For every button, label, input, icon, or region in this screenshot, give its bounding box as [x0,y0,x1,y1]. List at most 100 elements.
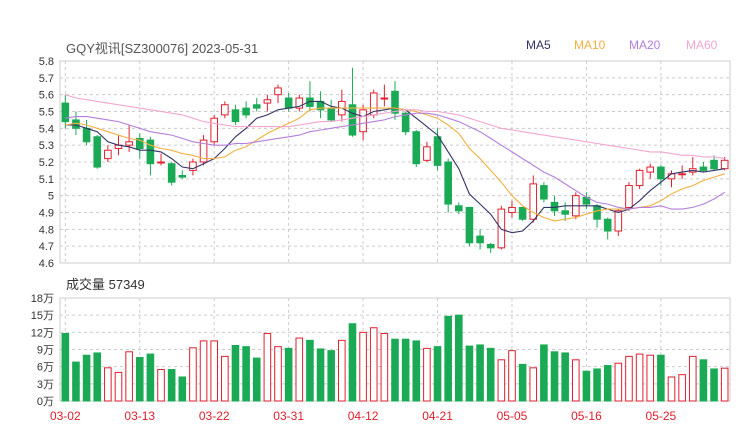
candle [157,153,165,166]
candle-body [391,90,399,114]
volume-bar [199,340,208,402]
candle-body [657,166,665,180]
volume-bar [316,348,325,402]
candle [465,206,474,247]
candle [369,89,378,119]
volume-bar [125,351,133,402]
candle-body [603,218,612,232]
volume-bar [146,353,155,402]
volume-bar [444,315,452,402]
volume-bar [210,340,219,402]
volume-bar [593,368,601,402]
candle [167,162,176,186]
candle-body [274,87,282,96]
candle [295,94,304,112]
date-tick: 04-12 [348,409,379,423]
volume-bar [550,351,559,402]
candle-body [486,243,495,249]
volume-bar [401,338,410,402]
candle [646,163,655,179]
date-tick: 05-05 [497,409,528,423]
candle [561,202,569,221]
chart-svg: 5.8 5.7 5.6 5.5 5.4 5.3 5.2 5.1 5 4.9 4.8 4.7 4.6 18万… [31,56,731,423]
volume-bar [231,344,240,402]
volume-bar [348,323,357,402]
candle-body [635,169,644,187]
candle [242,101,250,119]
volume-bar [82,354,91,402]
volume-bar [338,339,346,402]
price-y-tick: 5.4 [39,123,54,135]
volume-bar [720,367,729,402]
price-y-tick: 5.5 [39,107,54,119]
candle-body [359,109,367,133]
price-y-tick: 5 [48,191,54,203]
candle [199,135,208,166]
volume-bar [603,365,612,402]
volume-bar [189,347,197,402]
candle [93,135,102,169]
candle-body [167,163,176,183]
volume-bar [380,332,389,402]
volume-bar [61,332,70,402]
candle [231,104,240,125]
candle [486,242,495,253]
date-tick: 05-16 [571,409,602,423]
volume-bar [678,374,686,402]
candle [252,98,261,112]
volume-bar [455,314,463,402]
price-y-tick: 4.8 [39,224,54,236]
candle [221,101,229,119]
volume-bar [327,350,335,402]
volume-bar [423,347,431,402]
candle [614,209,623,237]
candle-body [210,117,219,143]
candle-body [476,235,484,244]
candle-body [380,97,389,100]
candle-body [646,166,655,173]
candle-body [401,112,410,133]
price-y-tick: 5.6 [39,90,54,102]
candle-body [710,159,718,170]
candle-body [242,107,250,116]
candle [423,141,431,162]
candle [104,145,112,162]
candle [82,119,91,146]
volume-bar [540,344,548,402]
volume-bar [178,376,187,402]
candle [391,81,399,120]
candle-body [465,206,474,244]
candle [529,175,538,223]
chart-root: GQY视讯[SZ300076] 2023-05-31 MA5 MA10 MA20… [0,0,740,440]
volume-bar [274,346,282,402]
price-y-tick: 5.3 [39,140,54,152]
candle [380,84,389,107]
candle-body [125,141,133,146]
volume-bar [72,361,80,402]
price-y-tick: 5.8 [39,56,54,68]
volume-bar [295,337,304,402]
price-y-tick: 5.2 [39,157,54,169]
volume-bar [369,327,378,402]
candle-body [93,136,102,168]
candle-body [348,104,357,136]
volume-bar [508,350,516,402]
candle-body [561,210,569,215]
volume-bar [635,353,644,402]
candle [603,217,612,240]
candle [178,170,187,179]
date-tick: 04-21 [422,409,453,423]
volume-y-tick: 0万 [37,396,54,408]
candle [518,206,527,221]
candle-body [678,173,686,176]
volume-bar [135,357,144,402]
candle [699,162,708,173]
date-tick: 03-31 [273,409,304,423]
ma5-line [65,100,725,234]
volume-bar [667,376,676,402]
candle-body [720,159,729,170]
candle [146,136,155,176]
candle-body [540,185,548,200]
candle [263,94,272,112]
volume-y-tick: 18万 [31,293,54,305]
